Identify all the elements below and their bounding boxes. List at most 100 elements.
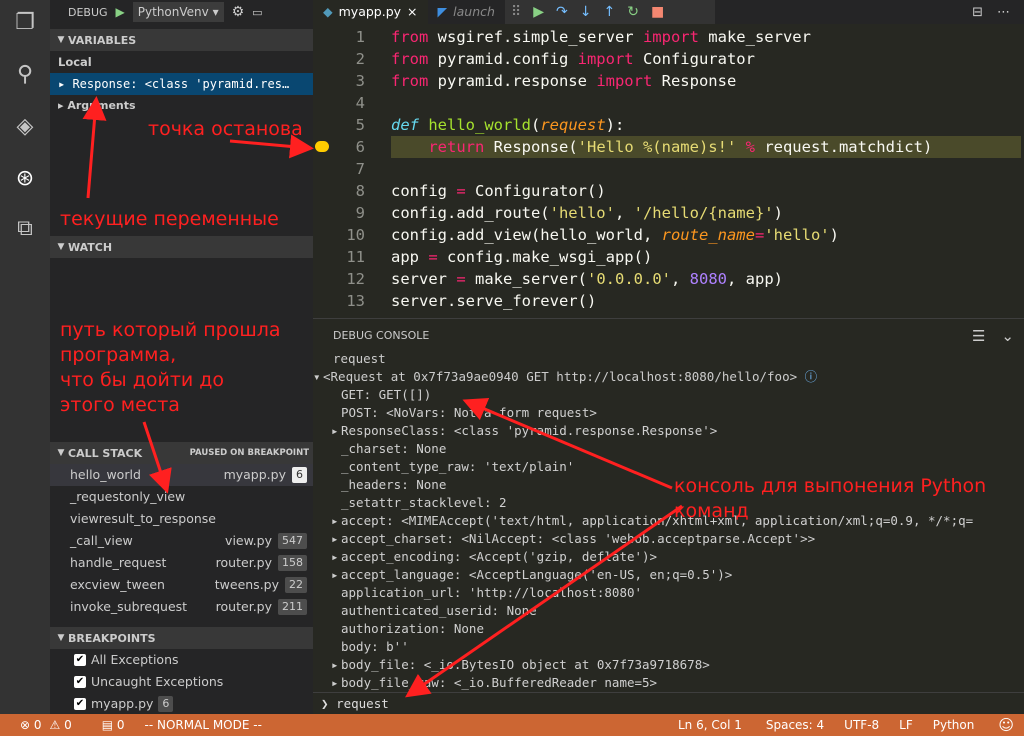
call-stack-frame[interactable]: invoke_subrequest router.py 211 [50,596,313,618]
warnings-indicator[interactable]: ⚠ 0 [42,718,72,732]
line-number: 9 [355,204,365,222]
breakpoint-item[interactable]: ✔ All Exceptions [50,649,313,671]
breakpoint-item[interactable]: ✔ myapp.py 6 [50,693,313,715]
gear-icon[interactable]: ⚙ [232,4,245,20]
frame-name: handle_request [70,555,167,570]
drag-handle-icon[interactable]: ⠿ [511,4,521,20]
call-stack-status: PAUSED ON BREAKPOINT [189,448,309,458]
continue-icon[interactable]: ▶ [533,4,544,20]
frame-file: tweens.py [214,577,279,592]
language-mode[interactable]: Python [933,718,999,732]
annotation-path: путь который прошла программа, что бы до… [60,318,281,418]
call-stack-frame[interactable]: viewresult_to_response [50,508,313,530]
vscode-file-icon: ◤ [437,4,448,19]
call-stack-header[interactable]: ▼ CALL STACK PAUSED ON BREAKPOINT [50,442,313,464]
more-icon[interactable]: ⋯ [997,5,1010,20]
expand-chevron-icon[interactable]: ▸ [331,512,339,530]
threads-indicator[interactable]: ▤ 0 [72,718,125,732]
variables-section: ▼ VARIABLES Local ▸ Response: <class 'pyr… [50,29,313,117]
code-line: config.add_view(hello_world, route_name=… [391,226,839,244]
explorer-icon[interactable]: ❐ [10,8,40,38]
step-over-icon[interactable]: ↷ [556,4,568,20]
console-line-text: accept_language: <AcceptLanguage('en-US,… [341,567,733,582]
expand-chevron-icon[interactable]: ▸ [331,674,339,692]
frame-file: myapp.py [223,467,286,482]
annotation-variables: текущие переменные [60,208,279,230]
annotation-console-line: консоль для выпонения Python [674,475,987,497]
call-stack-frame[interactable]: excview_tween tweens.py 22 [50,574,313,596]
vim-mode: -- NORMAL MODE -- [144,718,262,732]
debug-actions-toolbar: ⠿ ▶ ↷ ↓ ↑ ↻ ■ [505,0,715,24]
breakpoint-item[interactable]: ✔ Uncaught Exceptions [50,671,313,693]
feedback-smiley-icon[interactable]: ☺ [998,716,1024,734]
debug-config-select[interactable]: PythonVenv ▾ [132,2,224,22]
chevron-down-icon[interactable]: ⌄ [1001,327,1014,345]
variables-header[interactable]: ▼ VARIABLES [50,29,313,51]
watch-header[interactable]: ▼ WATCH [50,236,313,258]
search-icon[interactable]: ⚲ [10,60,40,90]
console-line: authorization: None [313,620,1024,638]
encoding[interactable]: UTF-8 [844,718,899,732]
cursor-position[interactable]: Ln 6, Col 1 [678,718,766,732]
expand-chevron-icon[interactable]: ▸ [331,548,339,566]
step-out-icon[interactable]: ↑ [604,4,616,20]
frame-line: 6 [292,467,307,483]
breakpoints-title: BREAKPOINTS [68,631,156,645]
watch-title: WATCH [68,240,113,254]
expand-chevron-icon[interactable]: ▸ [331,566,339,584]
console-line: ▸ body_file_raw: <_io.BufferedReader name… [313,674,1024,692]
call-stack-frame[interactable]: _requestonly_view [50,486,313,508]
expand-chevron-icon[interactable]: ▾ [313,368,321,386]
git-icon[interactable]: ◈ [10,112,40,142]
info-icon[interactable]: ⓘ [797,369,818,384]
stop-icon[interactable]: ■ [651,4,664,20]
status-bar: ⊗ 0 ⚠ 0 ▤ 0 -- NORMAL MODE -- Ln 6, Col … [0,714,1024,736]
scope-arguments[interactable]: ▸ Arguments [50,95,313,117]
line-ending[interactable]: LF [899,718,933,732]
expand-chevron-icon[interactable]: ▸ [331,656,339,674]
errors-count: 0 [33,718,42,732]
checkbox[interactable]: ✔ [74,676,86,688]
call-stack-frame[interactable]: handle_request router.py 158 [50,552,313,574]
scope-arguments-label: Arguments [67,99,136,112]
terminal-icon[interactable]: ▭ [252,6,262,19]
indentation[interactable]: Spaces: 4 [766,718,844,732]
start-debug-icon[interactable]: ▶ [116,5,125,19]
tab-myapp[interactable]: ◆ myapp.py × [313,0,428,24]
step-into-icon[interactable]: ↓ [580,4,592,20]
console-line-text: accept_encoding: <Accept('gzip, deflate'… [341,549,658,564]
debug-console-input[interactable]: ❯ request [313,692,1024,714]
console-line: ▾ <Request at 0x7f73a9ae0940 GET http://l… [313,368,1024,386]
code-line: from wsgiref.simple_server import make_s… [391,28,811,46]
console-line: _charset: None [313,440,1024,458]
debug-icon[interactable]: ⊛ [10,164,40,194]
checkbox[interactable]: ✔ [74,654,86,666]
extensions-icon[interactable]: ⧉ [10,214,40,244]
breakpoints-header[interactable]: ▼ BREAKPOINTS [50,627,313,649]
console-line-text: _setattr_stacklevel: 2 [341,495,507,510]
frame-file: router.py [215,555,272,570]
close-icon[interactable]: × [407,0,417,24]
frame-name: _requestonly_view [70,489,186,504]
split-editor-icon[interactable]: ⊟ [972,5,983,20]
clear-console-icon[interactable]: ☰ [972,327,985,345]
call-stack-frame[interactable]: _call_view view.py 547 [50,530,313,552]
debug-console-title[interactable]: DEBUG CONSOLE [333,329,429,342]
code-editor[interactable]: 1 from wsgiref.simple_server import make_… [313,24,1024,316]
frame-name: _call_view [70,533,133,548]
breakpoint-icon[interactable] [315,141,329,152]
variable-response[interactable]: ▸ Response: <class 'pyramid.res… [50,73,313,95]
expand-chevron-icon[interactable]: ▸ [331,530,339,548]
code-line: server.serve_forever() [391,292,597,310]
console-line: POST: <NoVars: Not a form request> [313,404,1024,422]
errors-indicator[interactable]: ⊗ 0 [0,718,42,732]
checkbox[interactable]: ✔ [74,698,86,710]
frame-line: 547 [278,533,307,549]
annotation-path-line: путь который прошла [60,319,281,341]
restart-icon[interactable]: ↻ [627,4,639,20]
console-line-text: _content_type_raw: 'text/plain' [341,459,575,474]
scope-local[interactable]: Local [50,51,313,73]
call-stack-frame[interactable]: hello_world myapp.py 6 [50,464,313,486]
tab-launch[interactable]: ◤ launch [428,0,505,24]
expand-chevron-icon[interactable]: ▸ [331,422,339,440]
